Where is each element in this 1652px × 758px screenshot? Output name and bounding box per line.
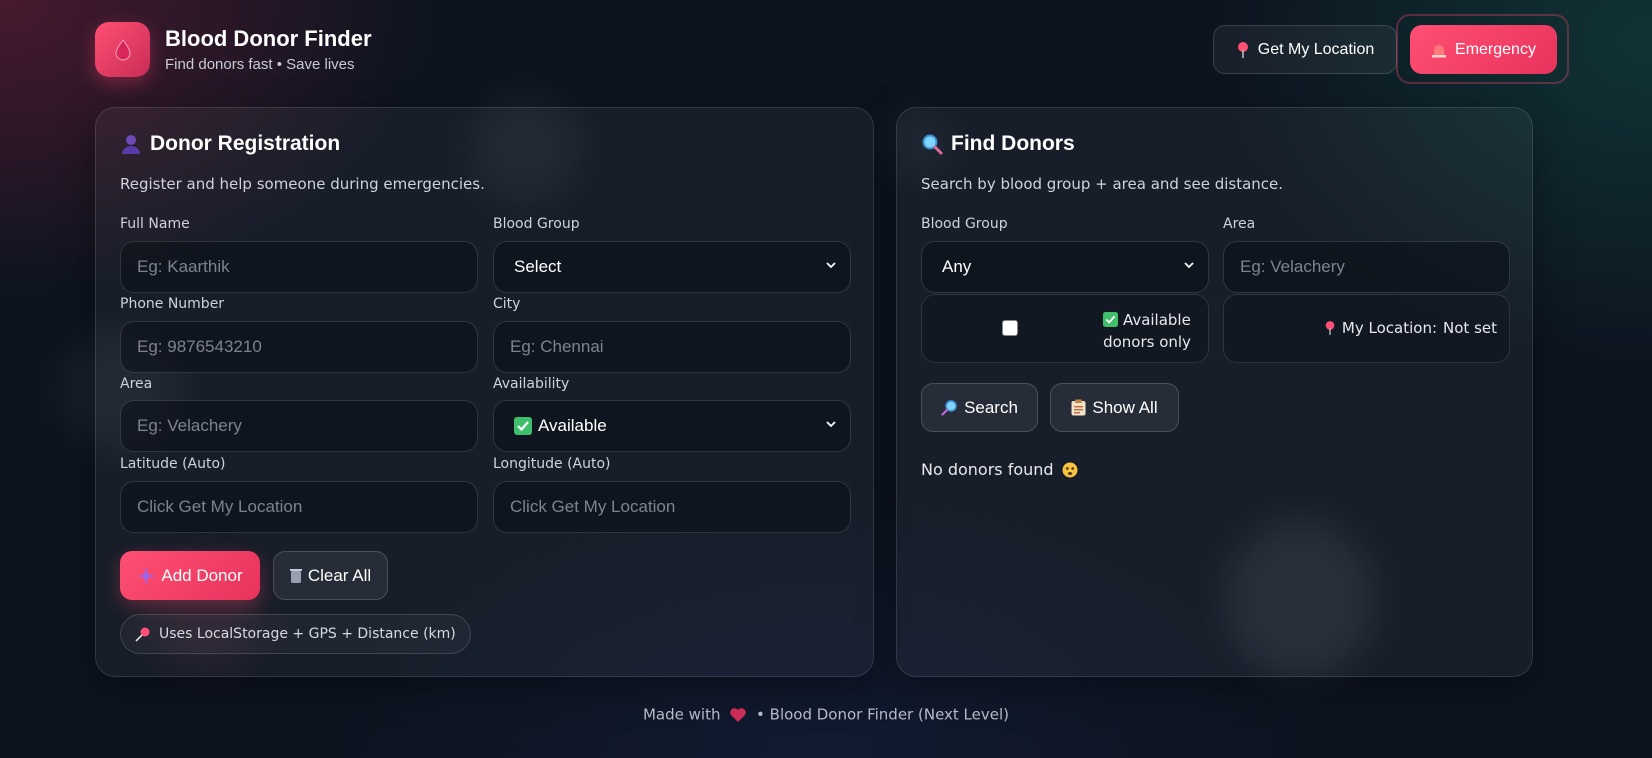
find-title: Find Donors [921, 132, 1075, 156]
search-blood-group-select[interactable]: Any [921, 241, 1209, 293]
search-area-input[interactable] [1223, 241, 1510, 293]
info-chip-text: Uses LocalStorage + GPS + Distance (km) [159, 626, 456, 642]
blood-group-select[interactable]: Select [493, 241, 851, 293]
latitude-input[interactable] [120, 481, 478, 533]
add-donor-button[interactable]: Add Donor [120, 551, 260, 600]
clipboard-icon [1071, 399, 1086, 416]
chevron-down-icon [826, 421, 836, 428]
phone-label: Phone Number [120, 296, 225, 312]
phone-input[interactable] [120, 321, 478, 373]
latitude-label: Latitude (Auto) [120, 456, 226, 472]
get-location-label: Get My Location [1257, 40, 1375, 58]
emergency-label: Emergency [1455, 40, 1536, 58]
footer-prefix: Made with [642, 705, 721, 724]
availability-value: Available [538, 416, 607, 435]
chevron-down-icon [826, 262, 836, 269]
my-location-value: Not set [1443, 319, 1497, 337]
pin-icon [1237, 41, 1248, 58]
blood-group-value: Select [514, 257, 562, 276]
blood-group-label: Blood Group [493, 216, 580, 232]
available-only-label: Available donors only [1092, 309, 1202, 353]
pin-icon [1325, 321, 1335, 335]
search-button[interactable]: Search [921, 383, 1038, 432]
show-all-button[interactable]: Show All [1050, 383, 1179, 432]
search-blood-group-value: Any [942, 257, 972, 276]
check-icon [1103, 312, 1119, 327]
find-subtitle: Search by blood group + area and see dis… [921, 175, 1284, 193]
donor-registration-card: Donor Registration Register and help som… [95, 107, 874, 677]
footer: Made with • Blood Donor Finder (Next Lev… [0, 705, 1652, 724]
sparkle-icon [137, 566, 156, 585]
heart-icon [730, 707, 747, 722]
get-location-button[interactable]: Get My Location [1213, 25, 1397, 74]
user-icon [122, 135, 140, 154]
add-donor-label: Add Donor [161, 565, 243, 585]
info-chip: Uses LocalStorage + GPS + Distance (km) [120, 614, 471, 654]
chevron-down-icon [1184, 262, 1194, 269]
full-name-label: Full Name [120, 216, 190, 232]
search-area-label: Area [1223, 216, 1256, 232]
app-title: Blood Donor Finder [165, 26, 372, 51]
empty-results-message: No donors found [921, 460, 1078, 479]
registration-subtitle: Register and help someone during emergen… [120, 175, 485, 193]
magnifier-icon [941, 400, 957, 416]
find-title-text: Find Donors [951, 132, 1075, 155]
app-header: Blood Donor Finder Find donors fast • Sa… [95, 14, 1569, 84]
my-location-label: My Location: [1341, 319, 1438, 337]
longitude-label: Longitude (Auto) [493, 456, 611, 472]
find-donors-card: Find Donors Search by blood group + area… [896, 107, 1533, 677]
pushpin-icon [135, 627, 150, 642]
emergency-button[interactable]: Emergency [1410, 25, 1557, 74]
city-input[interactable] [493, 321, 851, 373]
available-only-checkbox[interactable] [1002, 320, 1018, 336]
registration-title-text: Donor Registration [150, 132, 341, 155]
app-logo [95, 22, 150, 77]
magnifier-icon [922, 134, 943, 155]
footer-suffix: • Blood Donor Finder (Next Level) [756, 705, 1010, 724]
empty-results-text: No donors found [921, 460, 1054, 479]
blood-drop-icon [114, 38, 131, 60]
check-icon [514, 417, 532, 435]
available-only-box: Available donors only [921, 294, 1209, 363]
area-label: Area [120, 376, 153, 392]
app-subtitle: Find donors fast • Save lives [165, 56, 355, 73]
clear-all-button[interactable]: Clear All [273, 551, 388, 600]
search-button-label: Search [964, 397, 1018, 417]
longitude-input[interactable] [493, 481, 851, 533]
worried-face-icon [1062, 462, 1078, 477]
search-blood-group-label: Blood Group [921, 216, 1008, 232]
area-input[interactable] [120, 400, 478, 452]
registration-title: Donor Registration [120, 132, 340, 156]
clear-all-label: Clear All [307, 565, 372, 585]
availability-select[interactable]: Available [493, 400, 851, 452]
city-label: City [493, 296, 521, 312]
siren-icon [1432, 44, 1447, 57]
full-name-input[interactable] [120, 241, 478, 293]
my-location-box: My Location: Not set [1223, 294, 1510, 363]
my-location-readout: My Location: Not set [1324, 319, 1497, 337]
trash-icon [289, 568, 302, 583]
show-all-label: Show All [1092, 397, 1158, 417]
availability-label: Availability [493, 376, 570, 392]
